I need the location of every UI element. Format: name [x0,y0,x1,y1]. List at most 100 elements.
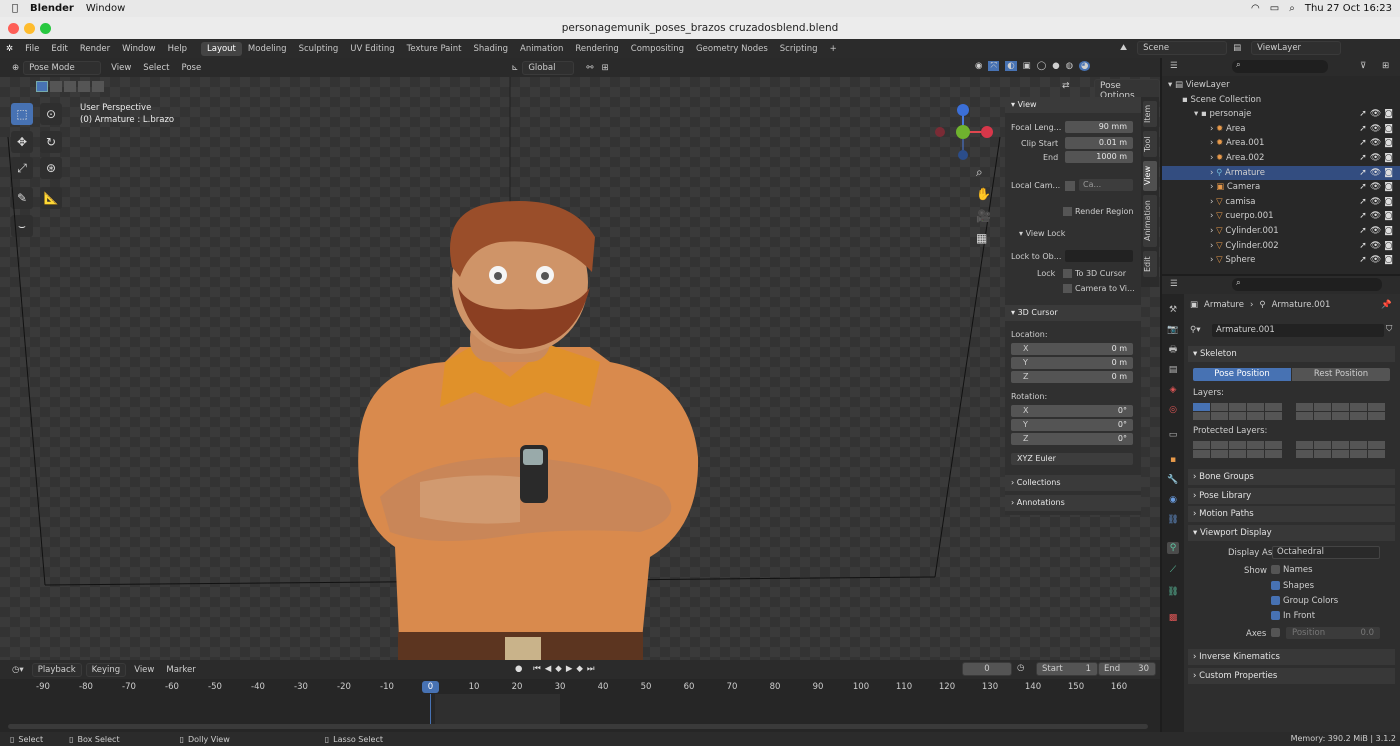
bone-tab-icon[interactable]: ⟋ [1167,564,1179,576]
navigation-gizmo[interactable] [930,102,1000,182]
tab-sculpting[interactable]: Sculpting [293,42,345,56]
timeline-editor-icon[interactable]: ◷▾ [12,665,24,675]
shapes-checkbox[interactable] [1271,581,1280,590]
visibility-toggles[interactable]: ➚👁◙ [1359,122,1396,137]
cursor-location-z[interactable]: 0 m [1011,371,1133,383]
axes-checkbox[interactable] [1271,628,1280,637]
cursor-rotation-x[interactable]: 0° [1011,405,1133,417]
scene-selector[interactable]: Scene [1137,41,1228,55]
local-camera-field[interactable]: Ca... [1079,179,1133,191]
pan-hand-icon[interactable]: ✋ [976,187,991,201]
menu-edit[interactable]: Edit [51,44,67,54]
output-tab-icon[interactable]: 🖶 [1167,344,1179,356]
fake-user-icon[interactable]: ⛉ [1386,324,1392,334]
layers-grid-left[interactable] [1193,403,1282,420]
collections-section-header[interactable]: › Collections [1005,475,1141,491]
render-region-checkbox[interactable] [1063,207,1072,216]
tab-animation[interactable]: Animation [514,42,569,56]
3d-cursor-section-header[interactable]: ▾ 3D Cursor [1005,305,1141,321]
tab-compositing[interactable]: Compositing [625,42,690,56]
outliner-row-sphere[interactable]: › ▽ Sphere ➚👁◙ [1162,253,1400,268]
bone-constraint-tab-icon[interactable]: ⛓ [1167,586,1179,598]
lock-3d-cursor-checkbox[interactable] [1063,269,1072,278]
outliner-row-camisa[interactable]: › ▽ camisa ➚👁◙ [1162,195,1400,210]
blender-logo-icon[interactable]: ✲ [6,44,13,54]
tab-scripting[interactable]: Scripting [774,42,824,56]
armature-data-tab-icon[interactable]: ⚲ [1167,542,1179,554]
outliner-row-cuerpo-001[interactable]: › ▽ cuerpo.001 ➚👁◙ [1162,209,1400,224]
close-window-button[interactable] [8,23,19,34]
snap-icon[interactable]: ⊞ [601,63,608,73]
apple-icon[interactable]:  [12,3,18,14]
menu-pose[interactable]: Pose [182,63,202,73]
timeline-view-menu[interactable]: View [134,665,154,675]
properties-editor-icon[interactable]: ☰ [1170,279,1178,289]
mac-app-menu[interactable]: Blender [30,3,74,14]
visibility-toggles[interactable]: ➚👁◙ [1359,166,1396,181]
timeline-scrollbar[interactable] [8,724,1148,729]
start-frame-field[interactable]: Start 1 [1036,662,1098,676]
3d-viewport[interactable]: ⬚ ⊙ ✥ ↻ ⤢ ⊛ ✎ 📐 ⌣ User Perspective (0) A… [0,77,1160,660]
tab-uv-editing[interactable]: UV Editing [344,42,400,56]
render-tab-icon[interactable]: 📷 [1167,324,1179,336]
texture-tab-icon[interactable]: ▩ [1167,612,1179,624]
marker-menu[interactable]: Marker [166,665,195,675]
visibility-toggles[interactable]: ➚👁◙ [1359,107,1396,122]
visibility-toggles[interactable]: ➚👁◙ [1359,195,1396,210]
tab-layout[interactable]: Layout [201,41,242,56]
focal-length-field[interactable]: 90 mm [1065,121,1133,133]
tab-geometry-nodes[interactable]: Geometry Nodes [690,42,774,56]
inverse-kinematics-section-header[interactable]: › Inverse Kinematics [1188,649,1395,665]
viewport-display-section-header[interactable]: ▾ Viewport Display [1188,525,1395,541]
shading-solid-icon[interactable]: ● [1052,61,1059,71]
tool-tab-icon[interactable]: ⚒ [1167,304,1179,316]
outliner-row-cylinder-001[interactable]: › ▽ Cylinder.001 ➚👁◙ [1162,224,1400,239]
scene-tab-icon[interactable]: ◈ [1167,384,1179,396]
show-names-option[interactable]: Names [1271,565,1313,575]
tab-modeling[interactable]: Modeling [242,42,293,56]
properties-search-input[interactable]: ⌕ [1232,278,1382,291]
pin-icon[interactable]: 📌 [1381,300,1392,310]
cursor-location-y[interactable]: 0 m [1011,357,1133,369]
visibility-icon[interactable]: ◉ [975,61,982,71]
visibility-toggles[interactable]: ➚👁◙ [1359,224,1396,239]
collection-tab-icon[interactable]: ▭ [1167,429,1179,441]
axes-checkbox-wrap[interactable] [1271,628,1283,638]
pose-position-button[interactable]: Pose Position [1193,368,1291,381]
names-checkbox[interactable] [1271,565,1280,574]
group-colors-checkbox[interactable] [1271,596,1280,605]
tab-rendering[interactable]: Rendering [569,42,624,56]
editor-type-icon[interactable]: ⊕ [12,63,19,73]
constraints-tab-icon[interactable]: ⛓ [1167,514,1179,526]
playhead-frame[interactable]: 0 [422,681,439,693]
minimize-window-button[interactable] [24,23,35,34]
search-icon[interactable]: ⌕ [1289,3,1295,14]
camera-view-icon[interactable]: 🎥 [976,209,991,223]
view-section-header[interactable]: ▾ View [1005,97,1141,113]
shading-material-icon[interactable]: ◍ [1066,61,1073,71]
playhead-line[interactable] [430,694,431,726]
clip-end-field[interactable]: 1000 m [1065,151,1133,163]
current-frame-field[interactable]: 0 [962,662,1012,676]
ortho-grid-icon[interactable]: ▦ [976,231,987,245]
shading-wireframe-icon[interactable]: ◯ [1037,61,1047,71]
add-workspace-icon[interactable]: + [824,42,843,56]
outliner-editor-icon[interactable]: ☰ [1170,61,1178,71]
object-tab-icon[interactable]: ▪ [1167,454,1179,466]
physics-tab-icon[interactable]: ◉ [1167,494,1179,506]
modifier-tab-icon[interactable]: 🔧 [1167,474,1179,486]
pose-library-section-header[interactable]: › Pose Library [1188,488,1395,504]
protected-layers-grid-left[interactable] [1193,441,1282,458]
gizmo-icon[interactable]: ⤧ [988,61,1000,71]
display-as-dropdown[interactable]: Octahedral [1272,546,1380,559]
preview-range-icon[interactable]: ◷ [1017,663,1024,673]
tab-edit[interactable]: Edit [1143,251,1157,277]
outliner-row-camera[interactable]: › ▣ Camera ➚👁◙ [1162,180,1400,195]
lock-object-field[interactable] [1065,250,1133,262]
visibility-toggles[interactable]: ➚👁◙ [1359,180,1396,195]
visibility-toggles[interactable]: ➚👁◙ [1359,151,1396,166]
cursor-location-x[interactable]: 0 m [1011,343,1133,355]
show-shapes-option[interactable]: Shapes [1271,581,1314,591]
outliner-row-area[interactable]: › ✹ Area ➚👁◙ [1162,122,1400,137]
camera-to-view-checkbox[interactable] [1063,284,1072,293]
